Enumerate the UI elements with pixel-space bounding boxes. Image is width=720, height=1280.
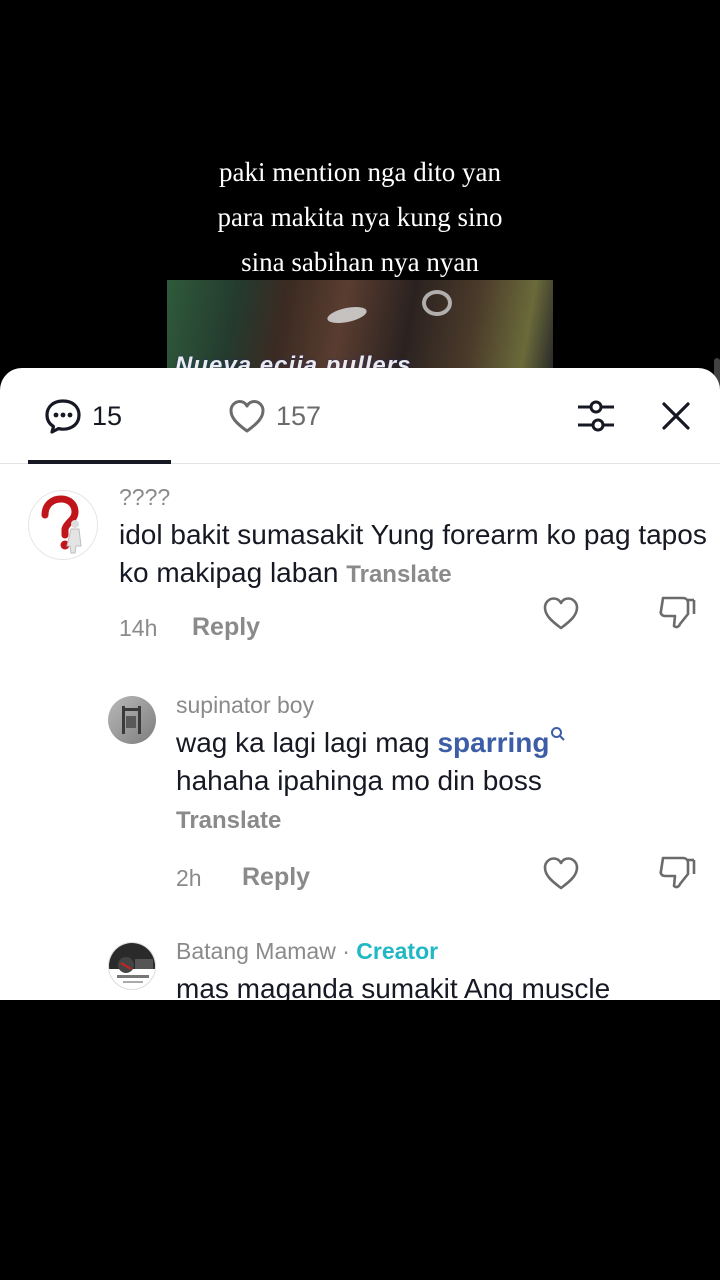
creator-avatar-icon — [109, 943, 155, 983]
reply-button[interactable]: Reply — [242, 863, 310, 892]
comment-item: Batang Mamaw · Creator mas maganda sumak… — [0, 928, 720, 1000]
close-icon[interactable] — [658, 398, 694, 434]
thumbs-down-icon[interactable] — [657, 594, 697, 632]
tab-comments[interactable]: 15 — [44, 394, 122, 438]
comment-body: wag ka lagi lagi mag — [176, 727, 438, 758]
video-highlight — [325, 303, 369, 327]
heart-outline-icon[interactable] — [541, 854, 581, 892]
search-link[interactable]: sparring — [437, 727, 549, 758]
comment-item: ???? idol bakit sumasakit Yung forearm k… — [0, 464, 720, 674]
comments-count: 15 — [92, 400, 123, 431]
sheet-header: 15 157 — [0, 368, 720, 464]
avatar[interactable] — [108, 942, 156, 990]
likes-count: 157 — [276, 400, 322, 431]
comment-text: wag ka lagi lagi mag sparring hahaha ipa… — [176, 724, 696, 840]
comment-body: hahaha ipahinga mo din boss — [176, 765, 542, 796]
heart-outline-icon — [229, 400, 265, 433]
comment-bubble-icon — [45, 399, 81, 434]
caption-line: sina sabihan nya nyan — [241, 247, 479, 277]
comments-sheet: 15 157 ???? idol bakit sumasakit Yung fo… — [0, 368, 720, 1000]
comment-time: 2h — [176, 865, 202, 891]
creator-badge: Creator — [356, 938, 439, 964]
comment-username[interactable]: ???? — [119, 484, 170, 511]
avatar[interactable] — [108, 696, 156, 744]
comment-time: 14h — [119, 615, 158, 641]
video-caption: paki mention nga dito yan para makita ny… — [0, 150, 720, 285]
heart-outline-icon[interactable] — [541, 594, 581, 632]
comment-username: Batang Mamaw · Creator — [176, 938, 438, 965]
comment-text: mas maganda sumakit Ang muscle — [176, 973, 611, 1000]
comment-username[interactable]: supinator boy — [176, 692, 314, 719]
comment-text: idol bakit sumasakit Yung forearm ko pag… — [119, 516, 709, 594]
separator: · — [335, 938, 357, 964]
video-frame[interactable]: Nueva ecija pullers — [167, 280, 553, 370]
question-mark-figure-icon — [41, 495, 82, 554]
tab-likes[interactable]: 157 — [228, 394, 321, 438]
creator-username[interactable]: Batang Mamaw — [176, 938, 336, 964]
translate-link[interactable]: Translate — [176, 807, 281, 834]
thumbs-down-icon[interactable] — [657, 854, 697, 892]
avatar[interactable] — [28, 490, 98, 560]
caption-line: paki mention nga dito yan — [219, 157, 501, 187]
search-icon — [550, 727, 565, 741]
gym-equipment-icon — [122, 706, 141, 734]
reply-button[interactable]: Reply — [192, 613, 260, 642]
caption-line: para makita nya kung sino — [217, 202, 503, 232]
video-highlight — [422, 290, 452, 316]
sliders-icon[interactable] — [576, 398, 616, 434]
comment-item: supinator boy wag ka lagi lagi mag sparr… — [0, 678, 720, 918]
translate-link[interactable]: Translate — [346, 561, 451, 588]
